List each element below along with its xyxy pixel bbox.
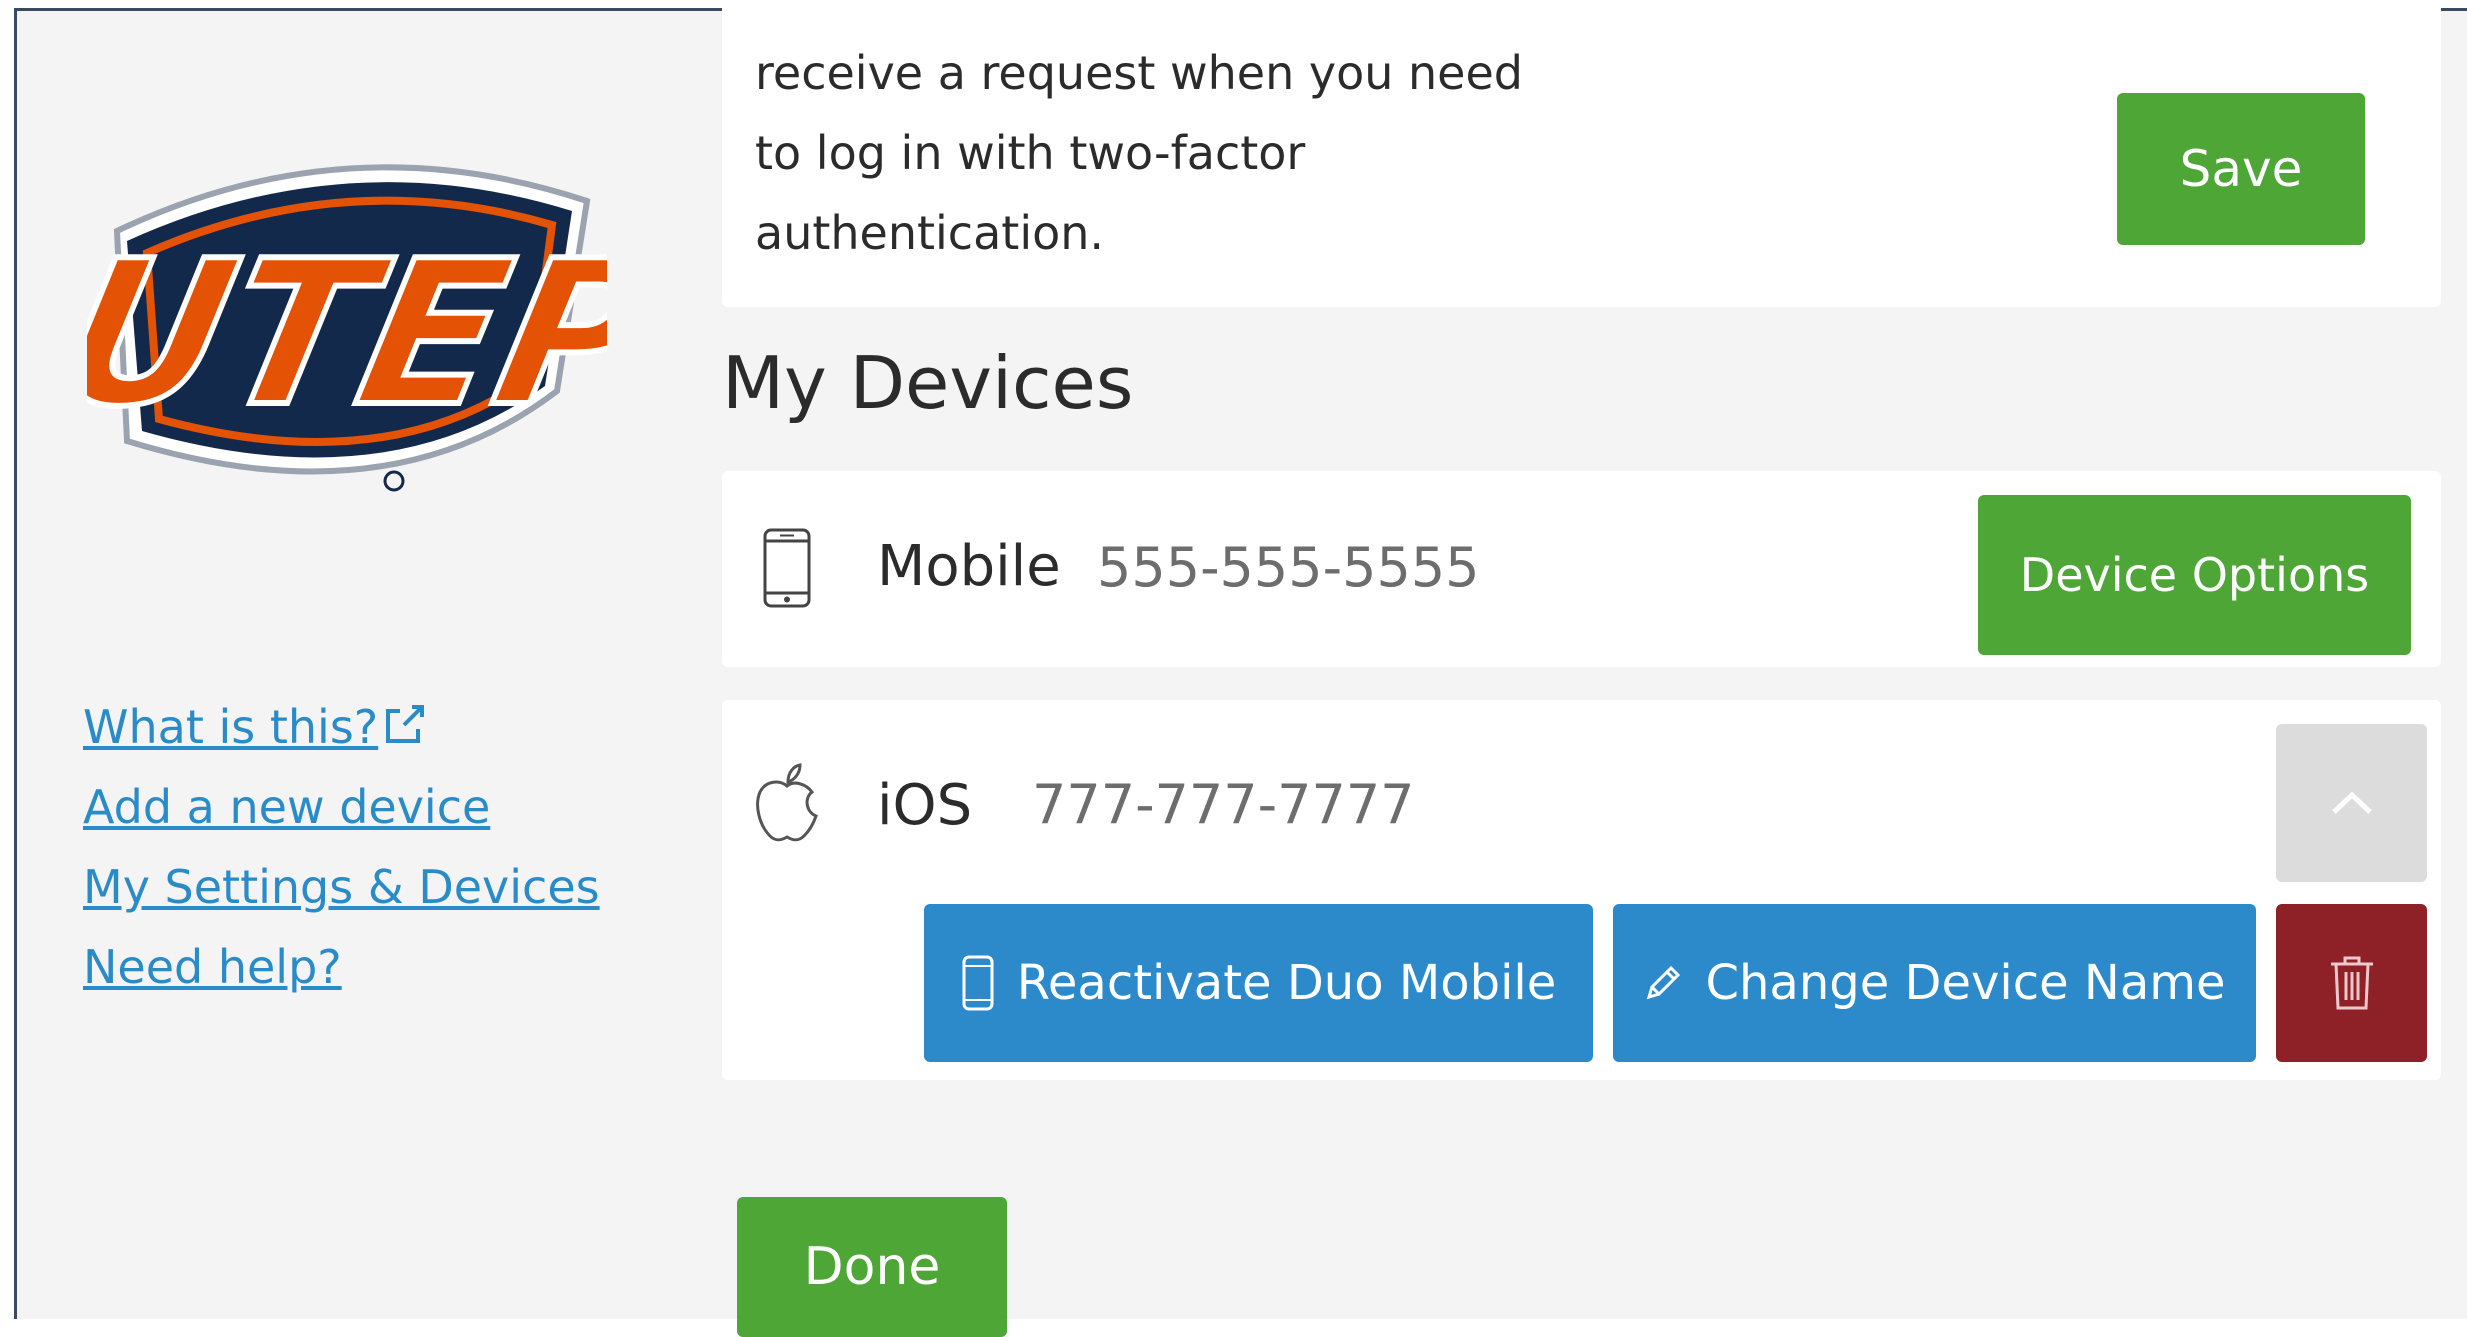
auth-description: receive a request when you need to log i… xyxy=(755,46,1523,260)
add-new-device-link[interactable]: Add a new device xyxy=(83,767,600,847)
smartphone-icon xyxy=(763,528,811,608)
done-button[interactable]: Done xyxy=(737,1197,1007,1337)
reactivate-label: Reactivate Duo Mobile xyxy=(1016,955,1557,1011)
device-number-mobile: 555-555-5555 xyxy=(1097,536,1480,599)
what-is-this-link[interactable]: What is this? xyxy=(83,687,600,767)
auth-preference-card: receive a request when you need to log i… xyxy=(722,1,2441,307)
pencil-icon xyxy=(1647,965,1681,1000)
device-options-button[interactable]: Device Options xyxy=(1978,495,2411,655)
collapse-device-button[interactable] xyxy=(2276,724,2427,882)
delete-device-button[interactable] xyxy=(2276,904,2427,1062)
what-is-this-label: What is this? xyxy=(83,700,379,754)
svg-text:UTEP: UTEP xyxy=(87,217,607,450)
trash-icon xyxy=(2330,956,2373,1010)
chevron-up-icon xyxy=(2331,791,2372,814)
save-button[interactable]: Save xyxy=(2117,93,2365,245)
need-help-link[interactable]: Need help? xyxy=(83,927,600,1007)
smartphone-icon xyxy=(962,955,994,1011)
reactivate-duo-mobile-button[interactable]: Reactivate Duo Mobile xyxy=(924,904,1593,1062)
utep-logo: UTEP xyxy=(87,164,607,492)
device-number-ios: 777-777-7777 xyxy=(1032,773,1415,836)
device-type-ios: iOS xyxy=(877,773,973,838)
app-frame: UTEP What is this? Add a new device My S… xyxy=(14,1,2467,1337)
device-type-mobile: Mobile xyxy=(877,534,1061,599)
device-card-mobile: Mobile 555-555-5555 Device Options xyxy=(722,471,2441,667)
my-settings-devices-link[interactable]: My Settings & Devices xyxy=(83,847,600,927)
my-devices-title: My Devices xyxy=(722,341,1134,425)
change-device-name-button[interactable]: Change Device Name xyxy=(1613,904,2256,1062)
rename-label: Change Device Name xyxy=(1705,955,2226,1011)
external-link-icon xyxy=(386,705,425,743)
apple-icon xyxy=(756,763,818,842)
sidebar-links: What is this? Add a new device My Settin… xyxy=(83,687,600,1007)
device-card-ios: iOS 777-777-7777 Reactivate Duo Mobile C… xyxy=(722,700,2441,1080)
